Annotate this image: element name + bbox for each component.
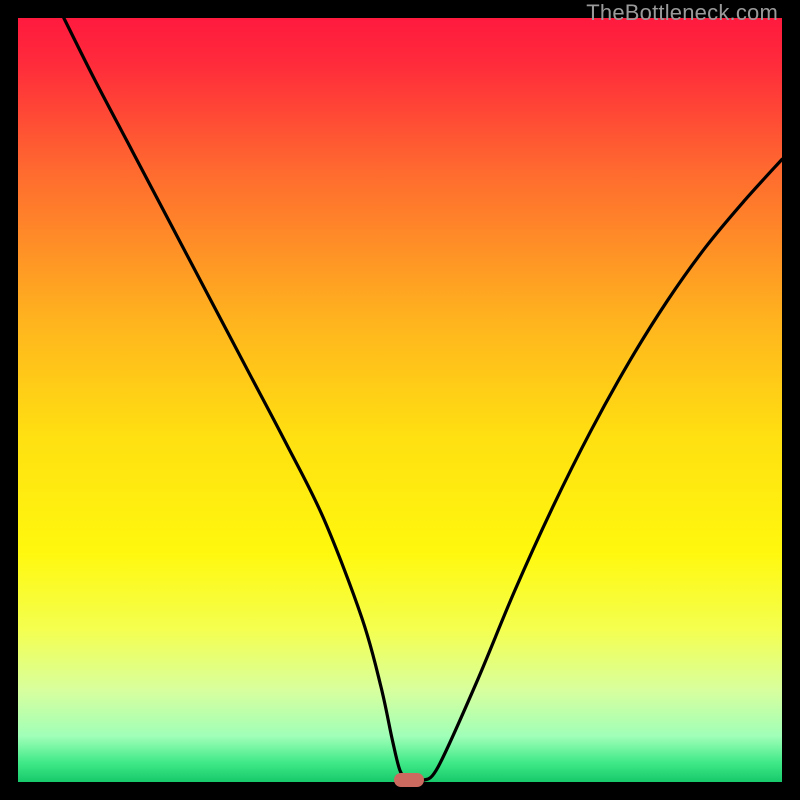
chart-plot — [18, 18, 782, 782]
chart-gradient-bg — [18, 18, 782, 782]
optimal-marker — [394, 773, 424, 787]
chart-frame — [18, 18, 782, 782]
watermark-text: TheBottleneck.com — [586, 0, 778, 26]
